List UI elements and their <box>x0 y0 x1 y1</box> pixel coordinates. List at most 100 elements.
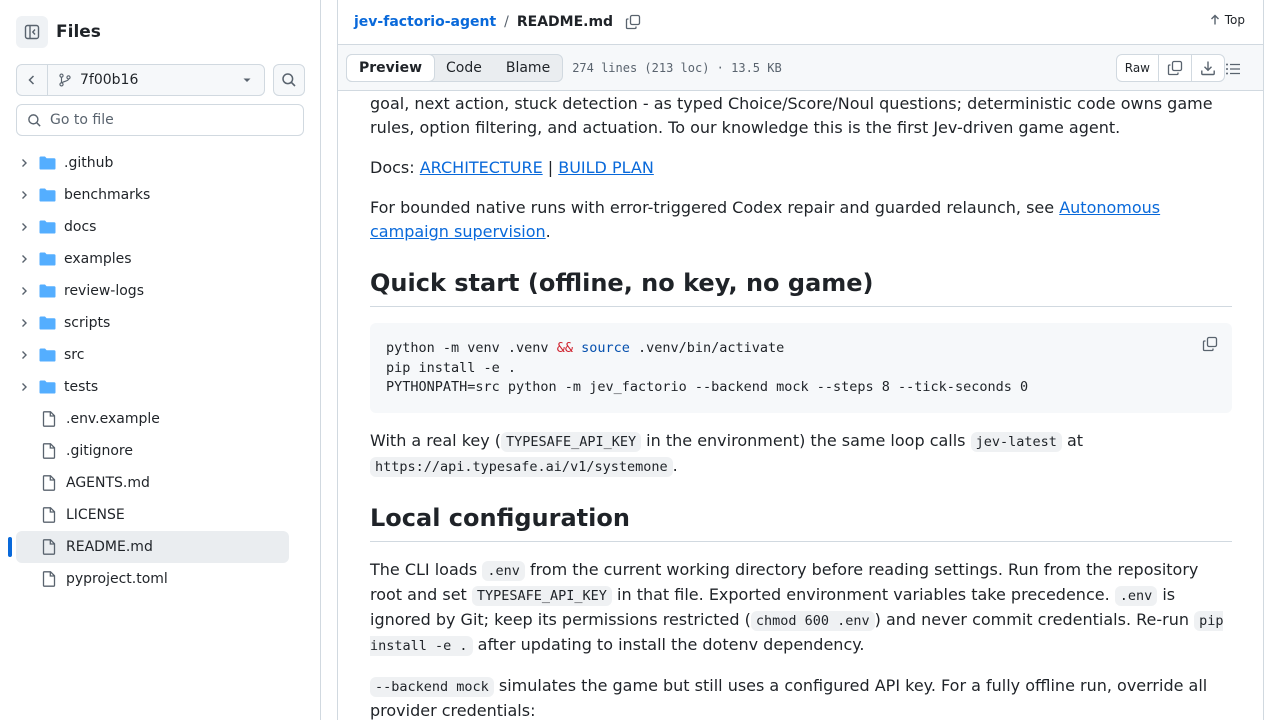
tree-folder-tests[interactable]: tests <box>16 371 289 403</box>
tree-file-env-example[interactable]: .env.example <box>16 403 289 435</box>
tree-item-label: .gitignore <box>66 443 133 459</box>
top-label: Top <box>1224 13 1245 27</box>
tree-item-label: review-logs <box>64 283 144 299</box>
branch-group: 7f00b16 <box>16 64 265 96</box>
chevron-right-icon <box>22 159 27 167</box>
branch-row: 7f00b16 <box>16 64 305 96</box>
tree-file-gitignore[interactable]: .gitignore <box>16 435 289 467</box>
tree-folder-scripts[interactable]: scripts <box>16 307 289 339</box>
breadcrumb: jev-factorio-agent / README.md Top <box>338 0 1263 44</box>
download-button[interactable] <box>1191 55 1224 81</box>
tab-code[interactable]: Code <box>434 55 494 81</box>
download-icon <box>1201 61 1215 76</box>
tree-item-label: tests <box>64 379 99 395</box>
real-key-paragraph: With a real key (TYPESAFE_API_KEY in the… <box>370 431 1084 477</box>
chevron-right-icon <box>22 287 27 295</box>
chevron-right-icon <box>22 255 27 263</box>
search-icon <box>28 113 41 127</box>
git-branch-icon <box>59 73 71 87</box>
quick-start-heading: Quick start (offline, no key, no game) <box>370 268 1232 307</box>
file-sidebar: Files 7f00b16 .github be <box>0 0 321 720</box>
file-icon <box>42 539 56 555</box>
tree-file-agents-md[interactable]: AGENTS.md <box>16 467 289 499</box>
architecture-link[interactable]: ARCHITECTURE <box>420 158 543 177</box>
folder-icon <box>39 284 55 298</box>
outline-button[interactable] <box>1225 61 1241 81</box>
folder-icon <box>39 188 55 202</box>
file-toolbar: Preview Code Blame 274 lines (213 loc) ·… <box>338 44 1263 91</box>
file-info: 274 lines (213 loc) · 13.5 KB <box>572 60 782 75</box>
tree-folder-src[interactable]: src <box>16 339 289 371</box>
tree-item-label: README.md <box>66 539 153 555</box>
raw-button[interactable]: Raw <box>1117 55 1158 81</box>
tab-preview[interactable]: Preview <box>346 53 436 82</box>
chevron-left-icon <box>28 75 35 85</box>
tree-folder-examples[interactable]: examples <box>16 243 289 275</box>
tree-folder-benchmarks[interactable]: benchmarks <box>16 179 289 211</box>
file-tree: .github benchmarks docs examples review-… <box>8 147 289 595</box>
tree-folder-review-logs[interactable]: review-logs <box>16 275 289 307</box>
folder-icon <box>39 348 55 362</box>
chevron-right-icon <box>22 319 27 327</box>
local-config-paragraph: The CLI loads .env from the current work… <box>370 560 1224 656</box>
tree-folder-github[interactable]: .github <box>16 147 289 179</box>
tree-item-label: pyproject.toml <box>66 571 168 587</box>
view-mode-tabs: Preview Code Blame <box>346 53 564 82</box>
local-config-heading: Local configuration <box>370 503 1232 542</box>
sidebar-title: Files <box>56 22 101 42</box>
caret-down-icon <box>243 78 251 82</box>
top-button[interactable]: Top <box>1209 13 1245 27</box>
folder-icon <box>39 380 55 394</box>
file-icon <box>42 571 56 587</box>
tree-item-label: examples <box>64 251 132 267</box>
collapse-sidebar-button[interactable] <box>16 16 48 48</box>
folder-icon <box>39 316 55 330</box>
breadcrumb-file: README.md <box>516 14 614 30</box>
tree-item-label: .env.example <box>66 411 160 427</box>
tree-item-label: docs <box>64 219 97 235</box>
chevron-right-icon <box>22 223 27 231</box>
file-actions: Raw <box>1115 54 1225 82</box>
breadcrumb-repo-link[interactable]: jev-factorio-agent <box>354 14 496 30</box>
branch-selector[interactable]: 7f00b16 <box>48 65 264 95</box>
tree-file-pyproject-toml[interactable]: pyproject.toml <box>16 563 289 595</box>
tree-item-label: src <box>64 347 85 363</box>
tab-blame[interactable]: Blame <box>494 55 562 81</box>
build-plan-link[interactable]: BUILD PLAN <box>558 158 654 177</box>
intro-paragraph: goal, next action, stuck detection - as … <box>370 94 1213 137</box>
tree-item-label: AGENTS.md <box>66 475 150 491</box>
list-unordered-icon <box>1226 63 1240 75</box>
tree-item-label: benchmarks <box>64 187 151 203</box>
copy-icon <box>1202 336 1218 352</box>
copy-code-button[interactable] <box>1202 335 1218 359</box>
search-icon <box>282 73 296 87</box>
chevron-right-icon <box>22 383 27 391</box>
file-icon <box>42 475 56 491</box>
tree-item-label: .github <box>64 155 114 171</box>
go-to-file-input[interactable] <box>50 112 290 128</box>
copy-icon <box>1167 60 1183 76</box>
file-icon <box>42 443 56 459</box>
code-text: python -m venv .venv && source .venv/bin… <box>386 340 1029 395</box>
copy-icon <box>625 14 641 30</box>
copy-raw-button[interactable] <box>1158 55 1191 81</box>
go-to-file-field[interactable] <box>16 104 304 136</box>
chevron-right-icon <box>22 191 27 199</box>
mock-backend-paragraph: --backend mock simulates the game but st… <box>370 676 1208 720</box>
tree-folder-docs[interactable]: docs <box>16 211 289 243</box>
back-button[interactable] <box>17 65 48 95</box>
file-icon <box>42 507 56 523</box>
tree-file-license[interactable]: LICENSE <box>16 499 289 531</box>
folder-icon <box>39 156 55 170</box>
supervision-paragraph: For bounded native runs with error-trigg… <box>370 198 1161 241</box>
search-files-button[interactable] <box>273 64 305 96</box>
tree-file-readme-md[interactable]: README.md <box>8 531 289 563</box>
code-block: python -m venv .venv && source .venv/bin… <box>370 323 1232 413</box>
copy-path-button[interactable] <box>625 14 641 30</box>
tree-item-label: LICENSE <box>66 507 125 523</box>
chevron-right-icon <box>22 351 27 359</box>
breadcrumb-separator: / <box>504 14 509 30</box>
branch-name: 7f00b16 <box>80 72 139 88</box>
folder-icon <box>39 252 55 266</box>
file-view: jev-factorio-agent / README.md Top Previ… <box>337 0 1264 720</box>
